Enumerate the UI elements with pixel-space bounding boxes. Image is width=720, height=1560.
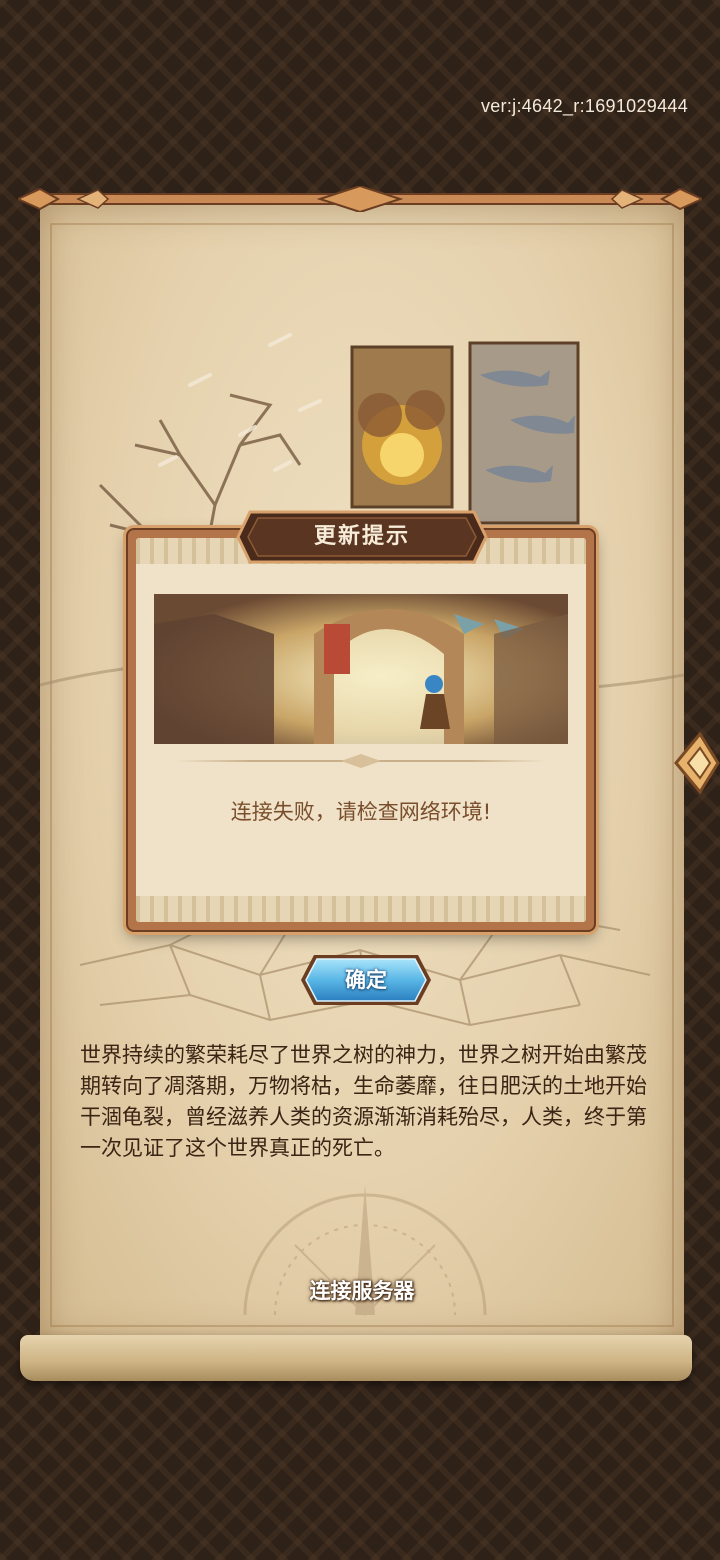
story-text: 世界持续的繁荣耗尽了世界之树的神力，世界之树开始由繁茂期转向了凋落期，万物将枯，… (80, 1043, 647, 1160)
version-label: ver:j:4642_r:1691029444 (480, 96, 688, 116)
divider-gem-icon (341, 754, 381, 768)
confirm-button[interactable]: 确定 (298, 952, 434, 1008)
confirm-button-label: 确定 (345, 968, 387, 992)
dialog-pattern-bottom (136, 896, 586, 922)
connection-status: 连接服务器 (309, 1279, 415, 1303)
dialog-message: 连接失败，请检查网络环境! (230, 800, 492, 824)
game-screen: ver:j:4642_r:1691029444 世界持续的繁荣耗尽了世界之树的神… (0, 0, 720, 1560)
dialog-scene-image (154, 594, 568, 744)
dialog-body: 连接失败，请检查网络环境! (136, 538, 586, 922)
dialog-title: 更新提示 (313, 524, 410, 549)
next-page-arrow-icon[interactable] (672, 728, 720, 798)
scroll-bottom-roll (20, 1335, 692, 1381)
scroll-rod (18, 186, 702, 212)
update-dialog: 连接失败，请检查网络环境! (128, 530, 594, 930)
